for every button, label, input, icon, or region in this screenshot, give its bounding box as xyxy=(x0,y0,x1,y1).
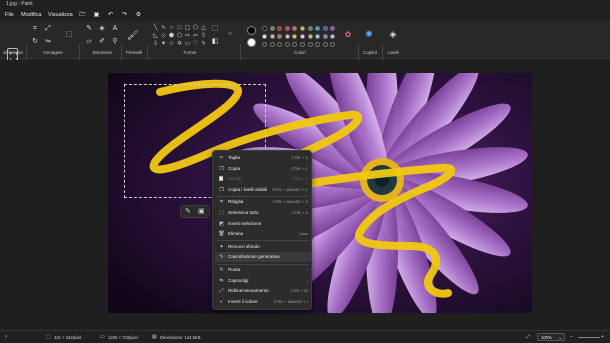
zoom-level-select[interactable]: 100% ⌄ xyxy=(537,333,565,341)
context-menu-item[interactable]: ✎ Cancellazione generativa xyxy=(215,252,311,263)
context-menu-item-shortcut: CTRL + A xyxy=(291,211,308,215)
context-menu-item-shortcut: CTRL + MAIUSC + I xyxy=(273,299,308,304)
context-menu-item-label: Ridimensionamento xyxy=(228,288,269,294)
context-menu-item-shortcut: CTRL + C xyxy=(291,166,308,171)
generative-erase-icon: ✎ xyxy=(219,254,224,261)
copy-visible-layers-icon: ❐ xyxy=(219,186,224,193)
selection-size: 421 × 342pixel xyxy=(54,335,82,340)
context-menu-item-shortcut: › xyxy=(306,268,308,272)
context-menu-item: 📋 Incolla CTRL + V xyxy=(215,174,311,184)
context-menu-item[interactable]: ⌗ Ritaglia CTRL + MAIUSC + X xyxy=(215,197,311,207)
context-menu-item-label: Ritaglia xyxy=(228,199,244,205)
crop-icon: ⌗ xyxy=(220,199,223,206)
context-menu-item-label: Copia i livelli visibili xyxy=(228,186,268,192)
selection-size-icon: ⬚ xyxy=(46,334,51,340)
context-menu-item-label: Elimina xyxy=(228,231,244,237)
paste-icon: 📋 xyxy=(218,176,225,183)
fit-to-window-icon[interactable]: ⤢ xyxy=(526,331,530,343)
context-menu-item-label: Taglia xyxy=(228,155,241,160)
flip-icon: ⇋ xyxy=(219,277,224,284)
context-menu-item-label: Incolla xyxy=(228,176,242,182)
context-menu-item[interactable]: ↻ Ruota › xyxy=(215,265,311,275)
remove-background-icon: ✦ xyxy=(219,243,224,250)
context-menu-item-shortcut: Canc xyxy=(299,232,308,237)
generative-erase-quick-icon[interactable]: ✎ xyxy=(185,207,191,215)
delete-icon: 🗑 xyxy=(218,231,225,238)
invert-selection-icon: ◩ xyxy=(219,220,224,227)
context-menu-item[interactable]: ◩ Inverti selezione xyxy=(215,219,311,229)
context-menu-item-label: Copia xyxy=(228,165,241,171)
resize-icon: ⤢ xyxy=(219,288,224,295)
context-menu-item-label: Inverti il colore xyxy=(228,298,258,304)
chevron-down-icon: ⌄ xyxy=(558,335,562,340)
context-menu-item[interactable]: ✦ Rimuovi sfondo xyxy=(215,242,311,252)
context-menu-item-shortcut: CTRL + X xyxy=(291,156,308,160)
file-size: Dimensione: 144,5KB xyxy=(160,335,201,340)
invert-colors-icon: ◐ xyxy=(219,298,224,305)
image-size: 1280 × 720pixel xyxy=(108,335,138,340)
zoom-in-icon[interactable]: + xyxy=(601,331,604,343)
file-size-icon: ▤ xyxy=(152,334,157,340)
context-menu-item[interactable]: ⇋ Capovolgi › xyxy=(215,276,311,286)
zoom-level: 100% xyxy=(541,335,552,340)
context-menu-item-label: Ruota xyxy=(228,267,241,272)
context-menu-item[interactable]: ❐ Copia CTRL + C xyxy=(215,164,311,174)
context-menu-item-shortcut: CTRL + MAIUSC + X xyxy=(272,200,308,205)
context-menu-item[interactable]: 🗑 Elimina Canc xyxy=(215,229,311,239)
zoom-slider[interactable] xyxy=(578,337,600,338)
image-size-icon: ▭ xyxy=(100,334,105,340)
context-menu-item-label: Inverti selezione xyxy=(228,220,262,226)
context-menu-item-label: Rimuovi sfondo xyxy=(228,243,260,249)
context-menu-item[interactable]: ◐ Inverti il colore CTRL + MAIUSC + I xyxy=(215,297,311,307)
zoom-out-icon[interactable]: − xyxy=(570,331,573,343)
paint-window: 1.jpg - Paint File Modifica Visualizza 🗁… xyxy=(0,0,610,343)
context-menu-item[interactable]: ❐ Copia i livelli visibili CTRL + MAIUSC +… xyxy=(215,185,311,195)
context-menu: ✂ Taglia CTRL + X ❐ Copia CTRL + C 📋 Incolla CTR… xyxy=(212,150,312,310)
context-menu-item-label: Capovolgi xyxy=(228,277,249,283)
context-menu-item-shortcut: CTRL + MAIUSC + C xyxy=(272,187,308,192)
selection-floating-toolbar: ✎ ▣ xyxy=(180,205,210,218)
context-menu-item[interactable]: ✂ Taglia CTRL + X xyxy=(215,153,311,163)
rotate-icon: ↻ xyxy=(219,267,224,273)
context-menu-item[interactable]: ⬚ Seleziona tutto CTRL + A xyxy=(215,208,311,218)
context-menu-item-label: Seleziona tutto xyxy=(228,210,259,215)
context-menu-item-shortcut: › xyxy=(306,278,308,283)
context-menu-item-shortcut: CTRL + W xyxy=(290,289,308,294)
context-menu-item[interactable]: ⤢ Ridimensionamento CTRL + W xyxy=(215,286,311,296)
select-all-icon: ⬚ xyxy=(219,210,224,216)
status-bar: › ⬚ 421 × 342pixel ▭ 1280 × 720pixel ▤ D… xyxy=(0,330,610,343)
cut-icon: ✂ xyxy=(219,155,224,161)
copy-icon: ❐ xyxy=(219,165,224,172)
remove-background-quick-icon[interactable]: ▣ xyxy=(198,207,205,215)
status-expand-icon[interactable]: › xyxy=(5,331,7,343)
context-menu-item-label: Cancellazione generativa xyxy=(228,254,280,260)
context-menu-item-shortcut: CTRL + V xyxy=(291,177,308,182)
